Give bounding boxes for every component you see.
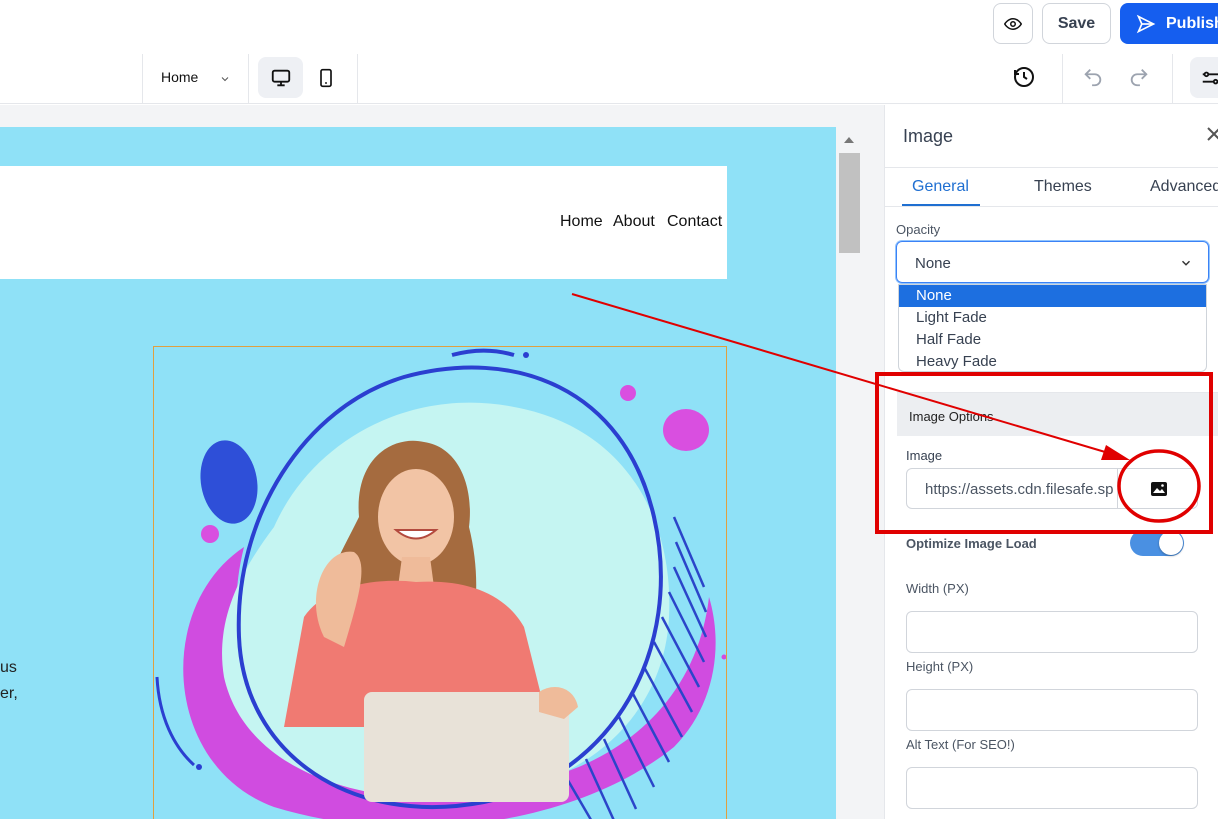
nav-link-contact[interactable]: Contact xyxy=(667,213,722,231)
hero-illustration xyxy=(155,348,726,819)
alt-text-input[interactable] xyxy=(906,767,1198,809)
redo-icon xyxy=(1130,69,1148,87)
height-input[interactable] xyxy=(906,689,1198,731)
site-header[interactable]: Home About Contact xyxy=(0,166,727,279)
desktop-view-button[interactable] xyxy=(258,57,303,98)
publish-label: Publish xyxy=(1166,14,1218,32)
opacity-label: Opacity xyxy=(896,222,941,237)
opacity-option-light-fade[interactable]: Light Fade xyxy=(899,307,1206,329)
opacity-select[interactable]: None xyxy=(896,241,1209,283)
top-toolbar: Save Publish Home xyxy=(0,0,1218,104)
tab-general[interactable]: General xyxy=(912,178,969,196)
scrollbar-thumb[interactable] xyxy=(839,153,860,253)
image-options-section: Image Options xyxy=(897,392,1218,436)
hero-image[interactable] xyxy=(153,346,727,819)
image-label: Image xyxy=(906,448,943,463)
image-picker-button[interactable] xyxy=(1117,469,1197,508)
send-icon xyxy=(1136,14,1156,33)
divider xyxy=(357,54,358,104)
active-tab-indicator xyxy=(902,204,980,206)
width-input[interactable] xyxy=(906,611,1198,653)
blue-arc xyxy=(451,348,515,357)
sliders-icon xyxy=(1202,71,1218,85)
section-title: Image Options xyxy=(909,409,994,424)
opacity-option-heavy-fade[interactable]: Heavy Fade xyxy=(899,351,1206,371)
page-selector[interactable]: Home xyxy=(161,69,233,89)
divider xyxy=(1062,54,1063,104)
face xyxy=(378,469,454,565)
undo-button[interactable] xyxy=(1082,66,1106,90)
opacity-dropdown-list: None Light Fade Half Fade Heavy Fade xyxy=(898,284,1207,372)
divider xyxy=(1172,54,1173,104)
tab-advanced[interactable]: Advanced xyxy=(1150,178,1218,196)
pink-blob xyxy=(663,409,709,451)
opacity-option-none[interactable]: None xyxy=(899,285,1206,307)
chevron-down-icon xyxy=(221,77,229,82)
divider xyxy=(248,54,249,104)
monitor-icon xyxy=(271,69,290,86)
laptop xyxy=(364,692,569,802)
opacity-select-value: None xyxy=(915,255,951,272)
redo-button[interactable] xyxy=(1128,66,1152,90)
height-label: Height (PX) xyxy=(906,659,974,674)
pink-dot xyxy=(201,525,219,543)
history-button[interactable] xyxy=(1012,65,1040,93)
save-label: Save xyxy=(1057,14,1096,32)
site-preview[interactable]: Home About Contact us er, xyxy=(0,127,836,819)
opacity-option-half-fade[interactable]: Half Fade xyxy=(899,329,1206,351)
width-label: Width (PX) xyxy=(906,581,969,596)
phone-icon xyxy=(320,68,332,87)
history-icon xyxy=(1014,67,1034,87)
alt-text-label: Alt Text (For SEO!) xyxy=(906,737,1015,752)
toggle-knob xyxy=(1159,531,1183,555)
page-selector-value: Home xyxy=(161,69,199,85)
undo-icon xyxy=(1084,69,1102,87)
body-text-fragment: er, xyxy=(0,685,18,702)
nav-link-home[interactable]: Home xyxy=(560,213,603,231)
publish-button[interactable]: Publish xyxy=(1120,3,1218,44)
properties-panel: Image General Themes Advanced Opacity No… xyxy=(884,105,1218,819)
save-button[interactable]: Save xyxy=(1042,3,1111,44)
image-url-value: https://assets.cdn.filesafe.sp xyxy=(925,481,1114,498)
chevron-down-icon xyxy=(1181,260,1191,266)
image-url-field[interactable]: https://assets.cdn.filesafe.sp xyxy=(906,468,1198,509)
optimize-image-label: Optimize Image Load xyxy=(906,536,1037,551)
mobile-view-button[interactable] xyxy=(306,57,346,98)
divider xyxy=(142,54,143,104)
scroll-up-arrow-icon[interactable] xyxy=(843,136,855,144)
settings-button[interactable] xyxy=(1190,57,1218,98)
panel-title: Image xyxy=(903,126,954,146)
optimize-image-toggle[interactable] xyxy=(1130,530,1184,556)
pink-dot xyxy=(620,385,636,401)
body-text-fragment: us xyxy=(0,659,17,676)
close-icon[interactable] xyxy=(1207,127,1218,141)
preview-button[interactable] xyxy=(993,3,1033,44)
tab-themes[interactable]: Themes xyxy=(1034,178,1092,196)
eye-icon xyxy=(1004,17,1022,30)
nav-link-about[interactable]: About xyxy=(613,213,655,231)
image-icon xyxy=(1150,481,1167,496)
editor-canvas: Home About Contact us er, xyxy=(0,105,884,819)
blue-blob xyxy=(200,440,258,524)
